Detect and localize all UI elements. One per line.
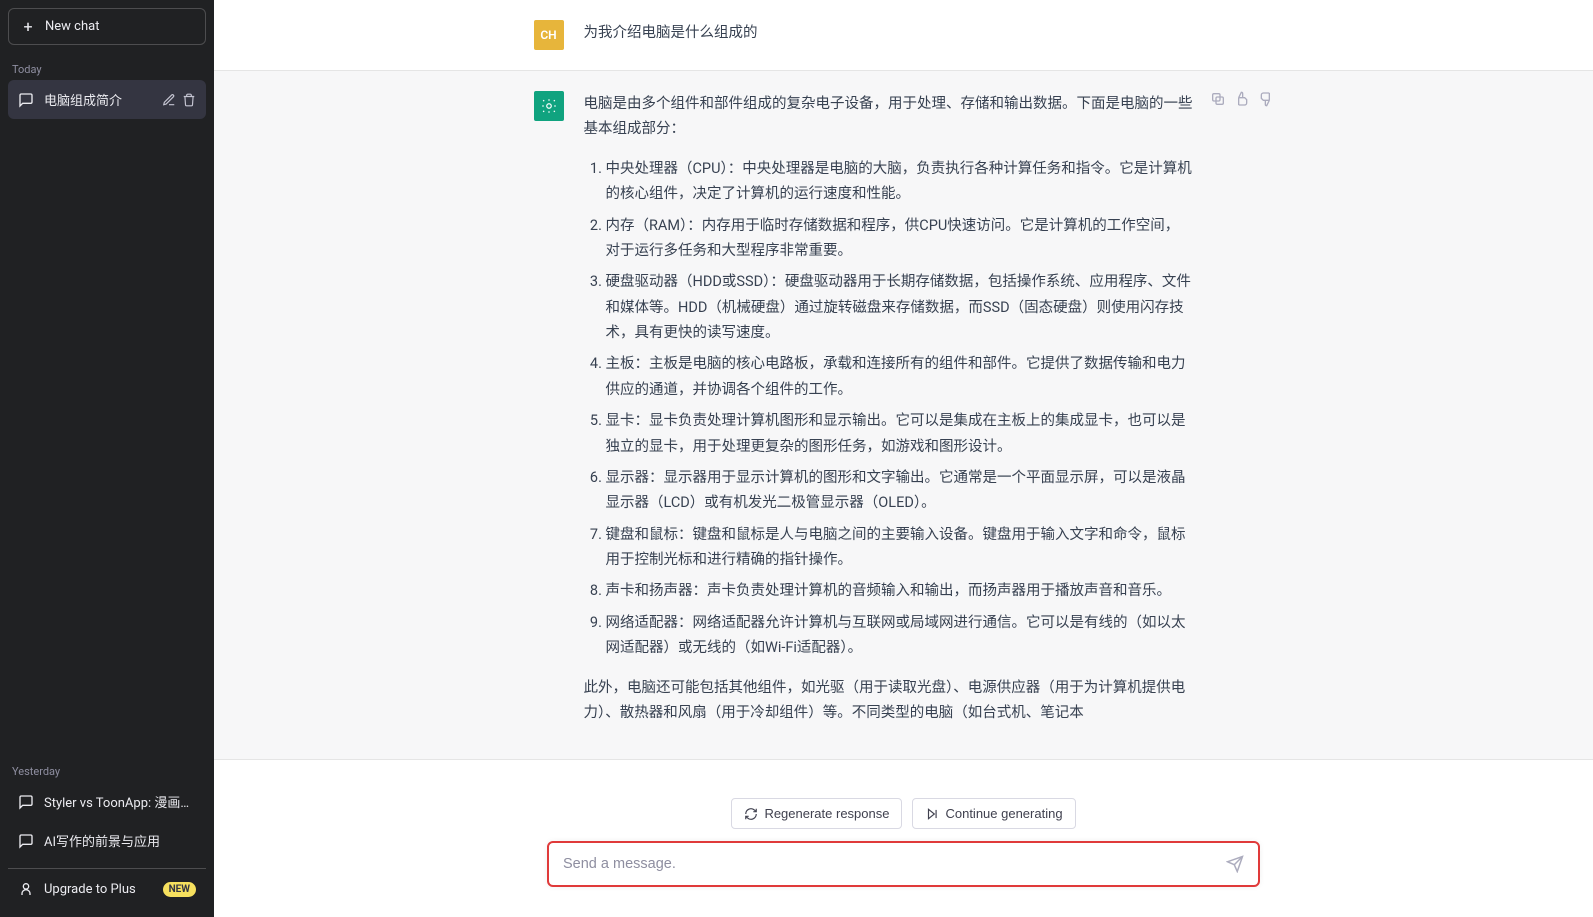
copy-icon[interactable] <box>1210 91 1226 107</box>
continue-icon <box>925 807 939 821</box>
list-item: 显卡：显卡负责处理计算机图形和显示输出。它可以是集成在主板上的集成显卡，也可以是… <box>606 408 1194 459</box>
main-panel: CH 为我介绍电脑是什么组成的 电脑是由多个组件和部件组成的复杂电子设备，用于处… <box>214 0 1593 917</box>
list-item: 中央处理器（CPU）：中央处理器是电脑的大脑，负责执行各种计算任务和指令。它是计… <box>606 156 1194 207</box>
message-actions <box>1214 91 1274 739</box>
list-item: 主板：主板是电脑的核心电路板，承载和连接所有的组件和部件。它提供了数据传输和电力… <box>606 351 1194 402</box>
conversation-title: AI写作的前景与应用 <box>44 831 196 850</box>
continue-label: Continue generating <box>945 806 1062 821</box>
list-item: 键盘和鼠标：键盘和鼠标是人与电脑之间的主要输入设备。键盘用于输入文字和命令，鼠标… <box>606 522 1194 573</box>
edit-icon[interactable] <box>162 93 176 107</box>
user-message: CH 为我介绍电脑是什么组成的 <box>214 0 1593 70</box>
send-icon[interactable] <box>1226 855 1244 873</box>
regenerate-label: Regenerate response <box>764 806 889 821</box>
list-item: 显示器：显示器用于显示计算机的图形和文字输出。它通常是一个平面显示屏，可以是液晶… <box>606 465 1194 516</box>
new-chat-label: New chat <box>45 19 99 34</box>
conversation-item[interactable]: Styler vs ToonApp: 漫画脸优劣 <box>8 782 206 821</box>
new-chat-button[interactable]: + New chat <box>8 8 206 45</box>
plus-icon: + <box>21 20 35 34</box>
continue-button[interactable]: Continue generating <box>912 798 1075 829</box>
regenerate-button[interactable]: Regenerate response <box>731 798 902 829</box>
message-input[interactable] <box>563 856 1226 872</box>
conversation-list-today: 电脑组成简介 <box>0 80 214 119</box>
list-item: 网络适配器：网络适配器允许计算机与互联网或局域网进行通信。它可以是有线的（如以太… <box>606 610 1194 661</box>
assistant-avatar <box>534 91 564 121</box>
sidebar: + New chat Today 电脑组成简介 Yes <box>0 0 214 917</box>
conversation-title: 电脑组成简介 <box>44 90 152 109</box>
chat-icon <box>18 833 34 849</box>
assistant-outro: 此外，电脑还可能包括其他组件，如光驱（用于读取光盘）、电源供应器（用于为计算机提… <box>584 675 1194 726</box>
upgrade-button[interactable]: Upgrade to Plus NEW <box>8 868 206 909</box>
list-item: 声卡和扬声器：声卡负责处理计算机的音频输入和输出，而扬声器用于播放声音和音乐。 <box>606 578 1194 603</box>
conversation-title: Styler vs ToonApp: 漫画脸优劣 <box>44 792 196 811</box>
new-badge: NEW <box>163 882 196 897</box>
refresh-icon <box>744 807 758 821</box>
user-message-text: 为我介绍电脑是什么组成的 <box>584 20 1194 50</box>
section-label-yesterday: Yesterday <box>0 755 214 782</box>
list-item: 硬盘驱动器（HDD或SSD）：硬盘驱动器用于长期存储数据，包括操作系统、应用程序… <box>606 269 1194 345</box>
upgrade-label: Upgrade to Plus <box>44 882 136 897</box>
user-icon <box>18 881 34 897</box>
message-composer[interactable] <box>547 841 1260 887</box>
thumbs-down-icon[interactable] <box>1258 91 1274 107</box>
assistant-intro: 电脑是由多个组件和部件组成的复杂电子设备，用于处理、存储和输出数据。下面是电脑的… <box>584 91 1194 142</box>
conversation-item[interactable]: 电脑组成简介 <box>8 80 206 119</box>
chat-icon <box>18 794 34 810</box>
assistant-message-text: 电脑是由多个组件和部件组成的复杂电子设备，用于处理、存储和输出数据。下面是电脑的… <box>584 91 1194 739</box>
user-avatar: CH <box>534 20 564 50</box>
assistant-message: 电脑是由多个组件和部件组成的复杂电子设备，用于处理、存储和输出数据。下面是电脑的… <box>214 70 1593 760</box>
assistant-list: 中央处理器（CPU）：中央处理器是电脑的大脑，负责执行各种计算任务和指令。它是计… <box>584 156 1194 661</box>
thumbs-up-icon[interactable] <box>1234 91 1250 107</box>
trash-icon[interactable] <box>182 93 196 107</box>
chat-icon <box>18 92 34 108</box>
composer-area: Regenerate response Continue generating <box>214 778 1593 917</box>
conversation-item[interactable]: AI写作的前景与应用 <box>8 821 206 860</box>
list-item: 内存（RAM）：内存用于临时存储数据和程序，供CPU快速访问。它是计算机的工作空… <box>606 213 1194 264</box>
conversation-list-yesterday: Styler vs ToonApp: 漫画脸优劣 AI写作的前景与应用 <box>0 782 214 860</box>
section-label-today: Today <box>0 53 214 80</box>
